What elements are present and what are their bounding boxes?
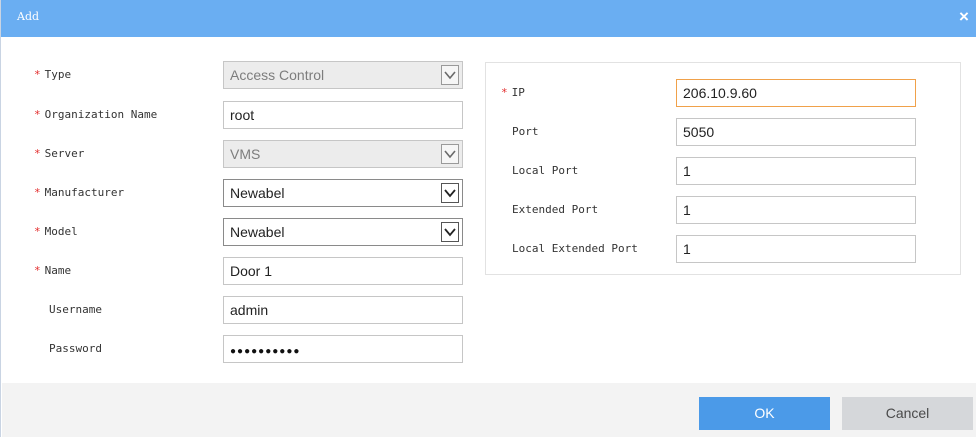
type-value: Access Control [230, 67, 325, 83]
extended-port-value: 1 [683, 202, 691, 218]
server-label: * Server [34, 147, 85, 160]
server-select[interactable]: VMS [223, 140, 463, 168]
ip-label: * IP [501, 86, 525, 99]
local-extended-port-input[interactable]: 1 [676, 235, 916, 263]
model-value: Newabel [230, 224, 285, 240]
local-port-label: Local Port [512, 164, 579, 177]
port-value: 5050 [683, 124, 715, 140]
required-mark: * [501, 86, 508, 99]
dialog-titlebar: Add × [1, 0, 976, 37]
manufacturer-row: * Manufacturer Newabel [34, 179, 464, 207]
required-mark: * [34, 108, 41, 121]
password-label: Password [49, 342, 102, 355]
organization-row: * Organization Name root [34, 101, 464, 129]
organization-label: * Organization Name [34, 108, 158, 121]
password-input[interactable]: ●●●●●●●●●● [223, 335, 463, 363]
local-port-row: Local Port 1 [501, 157, 917, 185]
local-extended-port-row: Local Extended Port 1 [501, 235, 917, 263]
extended-port-label: Extended Port [512, 203, 599, 216]
name-row: * Name Door 1 [34, 257, 464, 285]
name-value: Door 1 [230, 263, 273, 279]
model-label: * Model [34, 225, 78, 238]
chevron-down-icon[interactable] [441, 183, 459, 203]
type-label: * Type [34, 68, 72, 81]
ip-row: * IP 206.10.9.60 [501, 79, 917, 107]
ip-value: 206.10.9.60 [683, 85, 757, 101]
local-extended-port-label: Local Extended Port [512, 242, 638, 255]
required-mark: * [34, 264, 41, 277]
required-mark: * [34, 186, 41, 199]
password-value: ●●●●●●●●●● [230, 346, 301, 357]
ip-input[interactable]: 206.10.9.60 [676, 79, 916, 107]
required-mark: * [34, 225, 41, 238]
local-extended-port-value: 1 [683, 241, 691, 257]
dialog-title: Add [17, 10, 40, 23]
port-label: Port [512, 125, 539, 138]
type-row: * Type Access Control [34, 61, 464, 89]
add-device-dialog: Add × * Type Access Control * Organization… [0, 0, 976, 437]
port-input[interactable]: 5050 [676, 118, 916, 146]
organization-input[interactable]: root [223, 101, 463, 129]
organization-value: root [230, 107, 255, 123]
extended-port-row: Extended Port 1 [501, 196, 917, 224]
username-row: Username admin [34, 296, 464, 324]
password-row: Password ●●●●●●●●●● [34, 335, 464, 363]
close-icon[interactable]: × [955, 6, 973, 28]
required-mark: * [34, 147, 41, 160]
server-row: * Server VMS [34, 140, 464, 168]
model-row: * Model Newabel [34, 218, 464, 246]
name-input[interactable]: Door 1 [223, 257, 463, 285]
port-row: Port 5050 [501, 118, 917, 146]
chevron-down-icon[interactable] [441, 222, 459, 242]
manufacturer-select[interactable]: Newabel [223, 179, 463, 207]
username-value: admin [230, 302, 269, 318]
username-label: Username [49, 303, 102, 316]
extended-port-input[interactable]: 1 [676, 196, 916, 224]
chevron-down-icon[interactable] [441, 65, 459, 85]
local-port-input[interactable]: 1 [676, 157, 916, 185]
name-label: * Name [34, 264, 72, 277]
type-select[interactable]: Access Control [223, 61, 463, 89]
chevron-down-icon[interactable] [441, 144, 459, 164]
manufacturer-value: Newabel [230, 185, 285, 201]
ok-button[interactable]: OK [699, 397, 830, 430]
model-select[interactable]: Newabel [223, 218, 463, 246]
local-port-value: 1 [683, 163, 691, 179]
manufacturer-label: * Manufacturer [34, 186, 125, 199]
required-mark: * [34, 68, 41, 81]
username-input[interactable]: admin [223, 296, 463, 324]
server-value: VMS [230, 146, 261, 162]
cancel-button[interactable]: Cancel [842, 397, 973, 430]
